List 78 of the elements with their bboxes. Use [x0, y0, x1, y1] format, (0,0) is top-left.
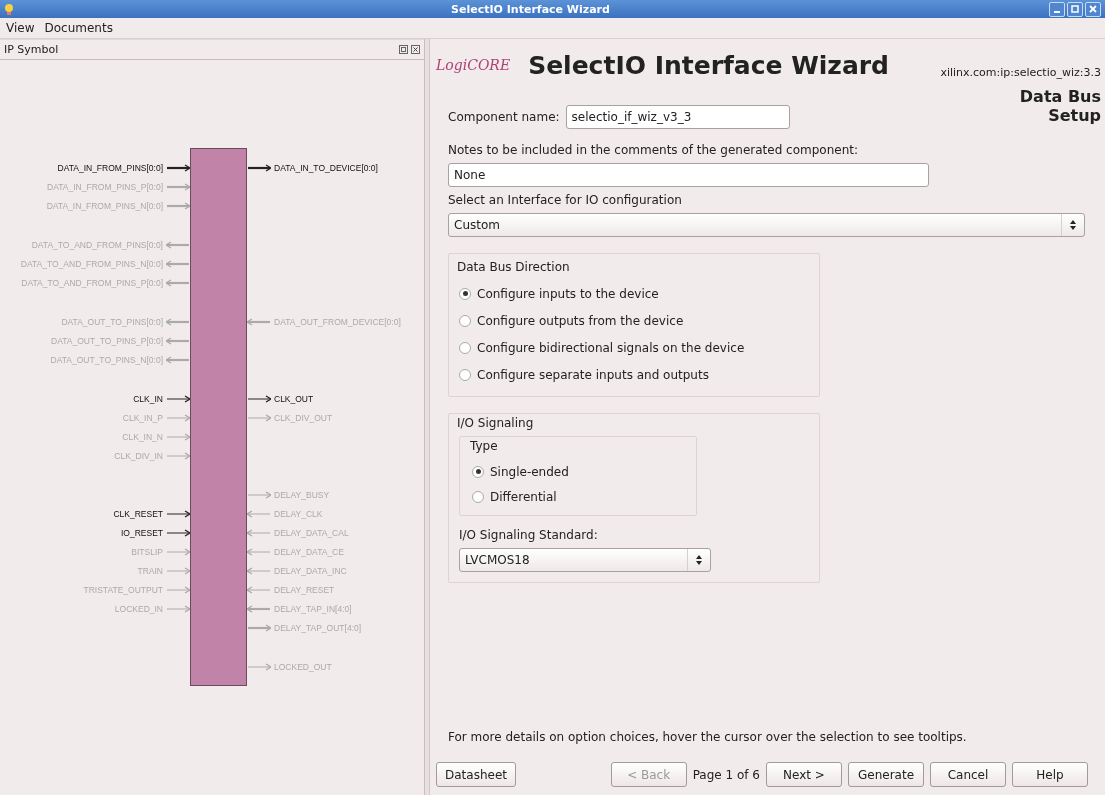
close-icon: [1089, 5, 1097, 13]
pin-label: BITSLIP: [131, 546, 163, 557]
page-title: Data Bus Setup: [1018, 87, 1101, 127]
wizard-button[interactable]: Help: [1012, 762, 1088, 787]
pin-label: CLK_IN_P: [122, 412, 163, 423]
minimize-button[interactable]: [1049, 1, 1065, 17]
field-label: Notes to be included in the comments of the generated component:: [448, 143, 859, 157]
pin-label: DATA_IN_TO_DEVICE[0:0]: [274, 162, 378, 173]
pin-label: DELAY_TAP_IN[4:0]: [274, 603, 352, 614]
pin-label: DATA_IN_FROM_PINS_N[0:0]: [46, 200, 163, 211]
pin-label: DATA_TO_AND_FROM_PINS_P[0:0]: [21, 277, 163, 288]
datasheet-button[interactable]: Datasheet: [436, 762, 516, 787]
pin-label: DATA_IN_FROM_PINS[0:0]: [57, 162, 163, 173]
group-title: Type: [470, 439, 499, 453]
group-title: Data Bus Direction: [457, 260, 571, 274]
group-title: I/O Signaling: [457, 416, 535, 430]
radio-label[interactable]: Configure outputs from the device: [477, 313, 684, 328]
pin-label: LOCKED_OUT: [274, 661, 332, 672]
pin-label: DELAY_TAP_OUT[4:0]: [274, 622, 362, 633]
pin-label: DELAY_DATA_CAL: [274, 527, 349, 538]
wizard-button[interactable]: Cancel: [930, 762, 1006, 787]
pin-label: CLK_DIV_IN: [114, 450, 163, 461]
pin-label: DATA_IN_FROM_PINS_P[0:0]: [47, 181, 163, 192]
radio-button[interactable]: [472, 465, 484, 478]
component-name-field[interactable]: selectio_if_wiz_v3_3: [565, 105, 790, 129]
pin-label: DELAY_DATA_CE: [274, 546, 344, 557]
pin-label: CLK_IN_N: [122, 431, 163, 442]
field-label: Component name:: [448, 110, 560, 124]
pin-label: IO_RESET: [120, 527, 163, 538]
radio-button[interactable]: [459, 341, 471, 354]
radio-label[interactable]: Differential: [490, 489, 557, 504]
pin-label: DATA_OUT_FROM_DEVICE[0:0]: [274, 316, 401, 327]
hint-text: For more details on option choices, hover the cursor over the selection to see tooltips.: [448, 730, 968, 744]
page-indicator: Page 1 of 6: [692, 767, 760, 782]
wizard-title: SelectIO Interface Wizard: [528, 50, 889, 80]
menu-item[interactable]: Documents: [44, 21, 113, 35]
field-label: I/O Signaling Standard:: [459, 528, 599, 542]
radio-button[interactable]: [459, 314, 471, 327]
window-title: SelectIO Interface Wizard: [450, 2, 611, 16]
menu-item[interactable]: View: [6, 21, 35, 35]
pin-label: CLK_OUT: [274, 393, 314, 404]
pin-label: CLK_RESET: [113, 508, 163, 519]
pin-label: DATA_OUT_TO_PINS_N[0:0]: [50, 354, 163, 365]
pin-label: DATA_OUT_TO_PINS_P[0:0]: [51, 335, 163, 346]
pin-label: DELAY_DATA_INC: [274, 565, 347, 576]
pin-label: CLK_IN: [133, 393, 163, 404]
field-label: Select an Interface for IO configuration: [448, 193, 683, 207]
logo: LogiCORE: [436, 57, 511, 73]
maximize-button[interactable]: [1067, 1, 1083, 17]
interface-select[interactable]: Custom: [448, 213, 1085, 237]
close-button[interactable]: [1085, 1, 1101, 17]
pin-label: LOCKED_IN: [114, 603, 163, 614]
standard-select[interactable]: LVCMOS18: [459, 548, 711, 572]
radio-button[interactable]: [459, 287, 471, 300]
radio-button[interactable]: [459, 368, 471, 381]
pin-label: DELAY_RESET: [274, 584, 335, 595]
wizard-button[interactable]: Generate: [848, 762, 924, 787]
radio-label[interactable]: Configure separate inputs and outputs: [477, 367, 709, 382]
pin-label: CLK_DIV_OUT: [274, 412, 333, 423]
radio-label[interactable]: Configure inputs to the device: [477, 286, 659, 301]
radio-label[interactable]: Configure bidirectional signals on the device: [477, 340, 745, 355]
bulb-icon: [4, 2, 14, 16]
radio-label[interactable]: Single-ended: [490, 464, 569, 479]
restore-icon[interactable]: [399, 45, 408, 54]
close-icon[interactable]: [411, 45, 420, 54]
pin-label: DELAY_CLK: [274, 508, 323, 519]
maximize-icon: [1071, 5, 1079, 13]
pin-label: TRAIN: [137, 565, 163, 576]
pin-label: DATA_OUT_TO_PINS[0:0]: [61, 316, 163, 327]
pin-label: TRISTATE_OUTPUT: [83, 584, 163, 595]
wizard-button[interactable]: Next >: [766, 762, 842, 787]
pin-label: DATA_TO_AND_FROM_PINS[0:0]: [31, 239, 163, 250]
ip-identifier: xilinx.com:ip:selectio_wiz:3.3: [940, 65, 1101, 79]
panel-title: IP Symbol: [4, 43, 60, 56]
radio-button[interactable]: [472, 490, 484, 503]
pin-label: DATA_TO_AND_FROM_PINS_N[0:0]: [20, 258, 163, 269]
pin-label: DELAY_BUSY: [274, 489, 330, 500]
notes-field[interactable]: None: [448, 163, 929, 187]
